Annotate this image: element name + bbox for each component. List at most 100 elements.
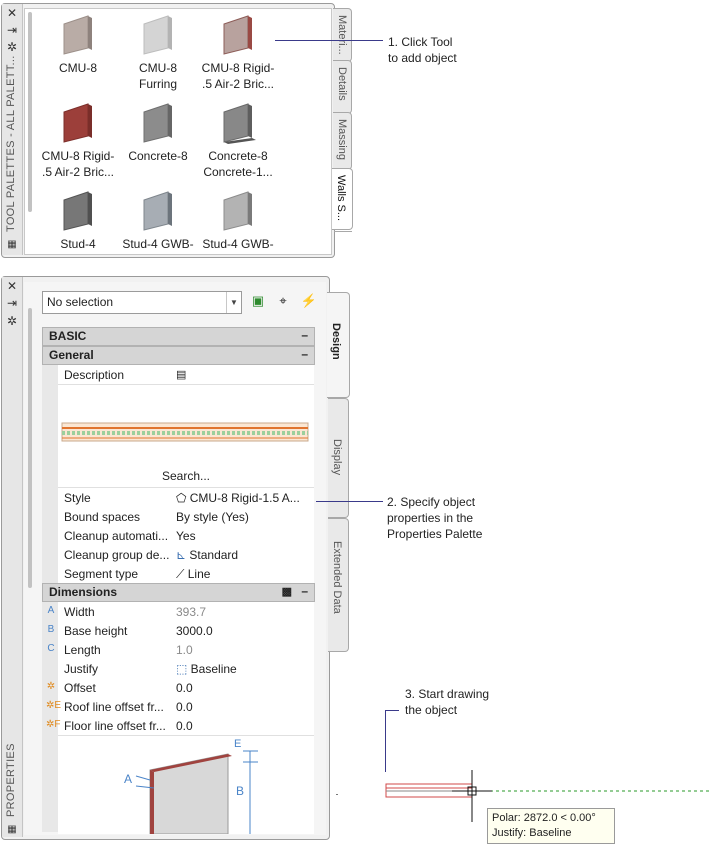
tool-cmu-8[interactable]: CMU-8: [38, 14, 118, 76]
collapse-icon[interactable]: –: [301, 584, 308, 598]
wall-tool-icon: [223, 191, 252, 231]
add-selected-icon[interactable]: ▣: [249, 292, 267, 310]
tab-design[interactable]: Design: [327, 292, 350, 398]
palette-menu-icon[interactable]: ▦: [5, 823, 19, 837]
dimension-settings-icon[interactable]: ▩: [282, 585, 292, 598]
property-value[interactable]: ⊾ Standard: [176, 548, 312, 562]
property-value[interactable]: ⬠ CMU-8 Rigid-1.5 A...: [176, 491, 312, 505]
annotation-step-2: 2. Specify object properties in the Prop…: [387, 494, 482, 542]
gear-icon[interactable]: ✲: [5, 40, 19, 54]
annotation-text: 2. Specify object: [387, 495, 476, 509]
property-key: Base height: [64, 624, 128, 638]
property-value[interactable]: 0.0: [176, 719, 312, 733]
tool-label-line2: Furring: [138, 77, 177, 91]
property-key: Bound spaces: [64, 510, 141, 524]
property-value[interactable]: Yes: [176, 529, 312, 543]
tool-stud-4-gwb-1[interactable]: Stud-4 GWB-: [118, 190, 198, 252]
property-row-floor-offset[interactable]: ✲F Floor line offset fr... 0.0: [46, 716, 314, 736]
quick-select-icon[interactable]: ⚡: [300, 292, 318, 310]
close-icon[interactable]: ✕: [5, 6, 19, 20]
tool-label: Stud-4: [60, 237, 96, 251]
property-row-offset[interactable]: ✲ Offset 0.0: [47, 678, 314, 698]
callout-line-3a: [385, 710, 399, 711]
property-row-style[interactable]: Style ⬠ CMU-8 Rigid-1.5 A...: [58, 488, 314, 508]
tab-massing[interactable]: Massing: [333, 112, 352, 170]
segment-type-value: Line: [187, 567, 211, 581]
gear-icon[interactable]: ✲: [5, 314, 19, 328]
tool-cmu-8-furring[interactable]: CMU-8 Furring: [118, 14, 198, 92]
tab-walls[interactable]: Walls S...: [332, 168, 353, 230]
autohide-icon[interactable]: ⇥: [5, 296, 19, 310]
collapse-icon[interactable]: –: [301, 328, 308, 342]
tool-palettes-window: ✕ ⇥ ✲ TOOL PALETTES - ALL PALETT... ▦ CM…: [0, 0, 354, 259]
tool-label: CMU-8 Rigid-: [41, 149, 115, 163]
wall-style-icon: ⬠: [176, 491, 190, 505]
property-row-base-height[interactable]: B Base height 3000.0: [48, 621, 314, 641]
property-key: Roof line offset fr...: [64, 700, 164, 714]
property-row-cleanup-group[interactable]: Cleanup group de... ⊾ Standard: [58, 545, 314, 565]
tab-label: Walls S...: [335, 175, 347, 222]
tool-stud-4-gwb-2[interactable]: Stud-4 GWB-: [198, 190, 278, 252]
section-dimensions[interactable]: Dimensions ▩ –: [42, 583, 315, 602]
wall-tool-icon: [63, 15, 92, 55]
properties-scrollbar[interactable]: [28, 308, 32, 588]
tool-concrete-8-concrete-1[interactable]: Concrete-8 Concrete-1...: [198, 102, 278, 180]
property-row-width[interactable]: A Width 393.7: [48, 602, 314, 622]
tool-concrete-8[interactable]: Concrete-8: [118, 102, 198, 164]
tooltip-polar: Polar: 2872.0 < 0.00°: [492, 812, 596, 824]
section-general[interactable]: General –: [42, 346, 315, 365]
tool-cmu-8-rigid-brick-1[interactable]: CMU-8 Rigid- .5 Air-2 Bric...: [198, 14, 278, 92]
select-objects-icon[interactable]: ⌖: [274, 292, 292, 310]
property-value[interactable]: 3000.0: [176, 624, 312, 638]
dimension-letter: B: [47, 624, 55, 635]
tab-materials[interactable]: Materi...: [333, 8, 352, 62]
autohide-icon[interactable]: ⇥: [5, 23, 19, 37]
property-row-bound-spaces[interactable]: Bound spaces By style (Yes): [58, 507, 314, 527]
tab-stack-edge: [334, 229, 352, 232]
tool-label-line2: .5 Air-2 Bric...: [201, 77, 275, 91]
search-styles-link[interactable]: Search...: [58, 469, 314, 483]
tool-cmu-8-rigid-brick-2[interactable]: CMU-8 Rigid- .5 Air-2 Bric...: [38, 102, 118, 180]
property-row-roof-offset[interactable]: ✲E Roof line offset fr... 0.0: [46, 697, 314, 717]
property-value[interactable]: ⬚ Baseline: [176, 662, 312, 676]
property-key: Segment type: [64, 567, 139, 581]
property-value[interactable]: 393.7: [176, 605, 312, 619]
property-value[interactable]: 0.0: [176, 681, 312, 695]
property-value[interactable]: 0.0: [176, 700, 312, 714]
section-basic[interactable]: BASIC –: [42, 327, 315, 346]
property-row-cleanup-auto[interactable]: Cleanup automati... Yes: [58, 526, 314, 546]
tool-stud-4[interactable]: Stud-4: [38, 190, 118, 252]
annotation-step-3: 3. Start drawing the object: [405, 686, 489, 718]
annotation-text: properties in the: [387, 511, 474, 525]
property-value[interactable]: ⟋ Line: [176, 567, 312, 582]
property-value[interactable]: 1.0: [176, 643, 312, 657]
tab-label: Display: [331, 439, 343, 476]
wall-tool-icon: [63, 191, 92, 231]
close-icon[interactable]: ✕: [5, 279, 19, 293]
roof-offset-letter-icon: ✲E: [46, 700, 62, 711]
callout-line-3b: [385, 710, 386, 772]
property-row-segment-type[interactable]: Segment type ⟋ Line: [58, 564, 314, 584]
property-row-length[interactable]: C Length 1.0: [47, 640, 314, 660]
tab-extended-data[interactable]: Extended Data: [328, 518, 349, 652]
selection-dropdown[interactable]: No selection ▼: [42, 291, 242, 314]
property-row-description[interactable]: Description ▤: [58, 365, 314, 385]
palette-menu-icon[interactable]: ▦: [5, 238, 19, 252]
collapse-icon[interactable]: –: [301, 347, 308, 361]
diagram-label-e: E: [234, 738, 242, 750]
tab-display[interactable]: Display: [328, 398, 349, 518]
tool-palette-scrollbar[interactable]: [28, 12, 32, 212]
property-value[interactable]: By style (Yes): [176, 510, 312, 524]
diagram-label-a: A: [124, 772, 133, 786]
tracking-tooltip: Polar: 2872.0 < 0.00° Justify: Baseline: [487, 808, 615, 844]
category-gutter: [42, 365, 58, 583]
tab-details[interactable]: Details: [333, 60, 352, 114]
tab-label: Massing: [336, 119, 348, 160]
selection-value: No selection: [47, 295, 114, 309]
tool-label: Stud-4 GWB-: [202, 237, 274, 251]
wall-preview-image: [61, 422, 309, 442]
property-row-justify[interactable]: Justify ⬚ Baseline: [58, 659, 314, 679]
tool-label: Concrete-8: [208, 149, 268, 163]
chevron-down-icon[interactable]: ▼: [226, 292, 241, 313]
description-edit-icon[interactable]: ▤: [176, 368, 312, 381]
